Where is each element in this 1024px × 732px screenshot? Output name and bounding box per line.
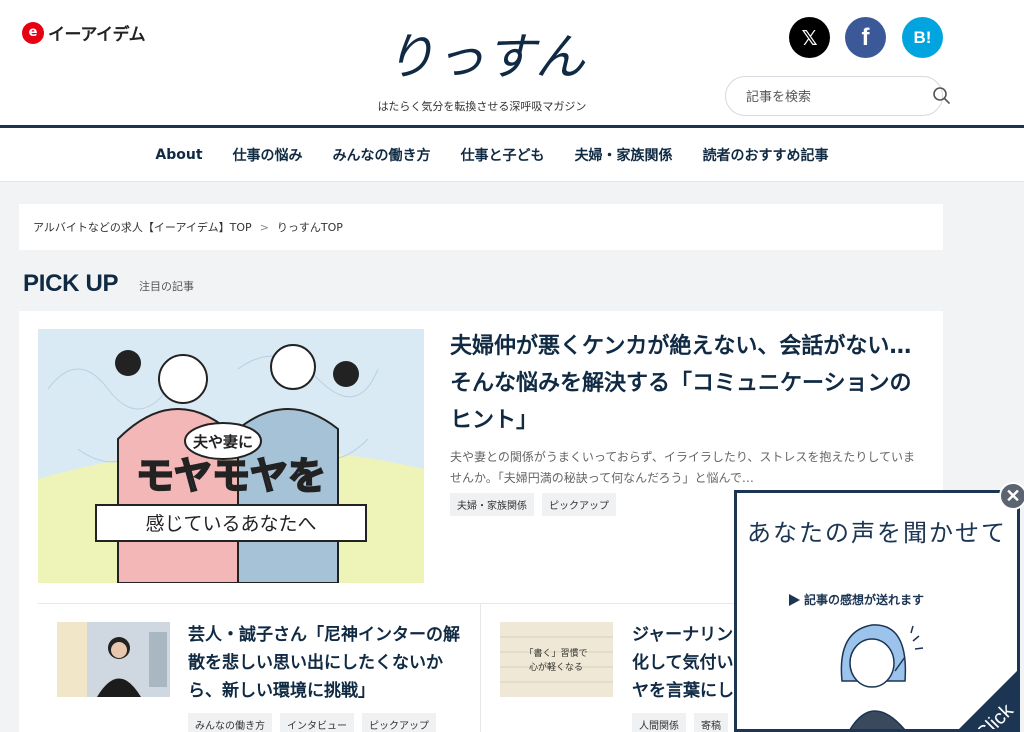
facebook-share-button[interactable]: f [845,17,886,58]
popup-title: あなたの声を聞かせて [747,519,1007,547]
tag-interview[interactable]: インタビュー [280,713,354,732]
article-thumbnail[interactable] [57,622,170,697]
feedback-popup[interactable]: あなたの声を聞かせて 記事の感想が送れます Click [734,490,1020,732]
global-nav: About 仕事の悩み みんなの働き方 仕事と子ども 夫婦・家族関係 読者のおす… [0,128,1024,182]
popup-subtitle: 記事の感想が送れます [789,591,924,608]
site-logo-text: りっすん [385,28,586,86]
tag-contribution[interactable]: 寄稿 [694,713,728,732]
hero-illustration: 夫や妻に モヤモヤを 感じているあなたへ [38,329,424,583]
search-box [725,76,950,116]
popup-click-corner[interactable]: Click [927,641,1020,732]
breadcrumb-separator: > [259,220,269,234]
hero-article-image[interactable]: 夫や妻に モヤモヤを 感じているあなたへ [38,329,424,583]
article-tags: 人間関係 寄稿 [632,713,728,732]
facebook-icon: f [861,23,870,51]
article-title[interactable]: 芸人・誠子さん「尼神インターの解散を悲しい思い出にしたくないから、新しい環境に挑… [188,621,463,705]
eaidem-logo-mark-icon: e [22,21,44,44]
popup-subtitle-text: 記事の感想が送れます [804,593,925,607]
arrow-right-icon [789,593,800,606]
article-thumbnail-text-2: 心が軽くなる [529,661,583,673]
breadcrumb: アルバイトなどの求人【イーアイデム】TOP > りっすんTOP [19,204,943,250]
nav-item-ways-of-working[interactable]: みんなの働き方 [333,145,431,165]
tag-pickup[interactable]: ピックアップ [362,713,436,732]
nav-item-work-and-kids[interactable]: 仕事と子ども [461,145,545,165]
article-column-divider [480,604,481,732]
article-tags: みんなの働き方 インタビュー ピックアップ [188,713,436,732]
hero-article-title[interactable]: 夫婦仲が悪くケンカが絶えない、会話がない…そんな悩みを解決する「コミュニケーショ… [450,328,925,439]
search-input[interactable] [746,87,916,107]
section-title: PICK UP [23,270,119,297]
nav-item-reader-picks[interactable]: 読者のおすすめ記事 [703,145,829,165]
nav-item-about[interactable]: About [155,147,202,163]
article-title[interactable]: ジャーナリン化して気付いヤを言葉にし [632,621,742,705]
hero-bottom-text: 感じているあなたへ [145,513,316,535]
x-share-button[interactable]: 𝕏 [789,17,830,58]
tag-relationships[interactable]: 人間関係 [632,713,686,732]
hero-main-text: モヤモヤを [136,454,326,498]
hatena-bookmark-button[interactable]: B! [902,17,943,58]
popup-listening-woman-illustration [840,624,924,729]
search-icon[interactable] [932,86,952,106]
article-thumbnail-text-1: 「書く」習慣で [524,647,587,659]
eaidem-logo-text: イーアイデム [48,25,146,45]
breadcrumb-item-eaidem-top[interactable]: アルバイトなどの求人【イーアイデム】TOP [33,219,252,235]
article-thumbnail[interactable]: 「書く」習慣で 心が軽くなる [500,622,613,697]
section-subtitle: 注目の記事 [139,280,194,293]
eaidem-logo-link[interactable]: e イーアイデム [22,20,146,45]
tag-pickup[interactable]: ピックアップ [542,493,616,516]
tag-ways-of-working[interactable]: みんなの働き方 [188,713,272,732]
nav-item-work-worries[interactable]: 仕事の悩み [233,145,303,165]
hero-bubble-text: 夫や妻に [193,433,253,451]
close-icon: ✕ [1005,485,1021,506]
hero-article-tags: 夫婦・家族関係 ピックアップ [450,493,616,516]
breadcrumb-item-current: りっすんTOP [276,221,343,234]
hatena-bookmark-icon: B! [913,27,932,47]
x-icon: 𝕏 [801,25,818,50]
site-logo: りっすん [385,28,586,86]
site-tagline: はたらく気分を転換させる深呼吸マガジン [377,100,587,113]
article-thumbnail-illustration: 「書く」習慣で 心が軽くなる [500,622,613,697]
hero-article-excerpt: 夫や妻との関係がうまくいっておらず、イライラしたり、ストレスを抱えたりしていませ… [450,450,916,485]
nav-item-family[interactable]: 夫婦・家族関係 [575,145,673,165]
article-thumbnail-photo [57,622,170,697]
popup-close-button[interactable]: ✕ [999,482,1024,510]
tag-family[interactable]: 夫婦・家族関係 [450,493,534,516]
site-header: e イーアイデム りっすん はたらく気分を転換させる深呼吸マガジン 𝕏 f B! [0,0,1024,126]
